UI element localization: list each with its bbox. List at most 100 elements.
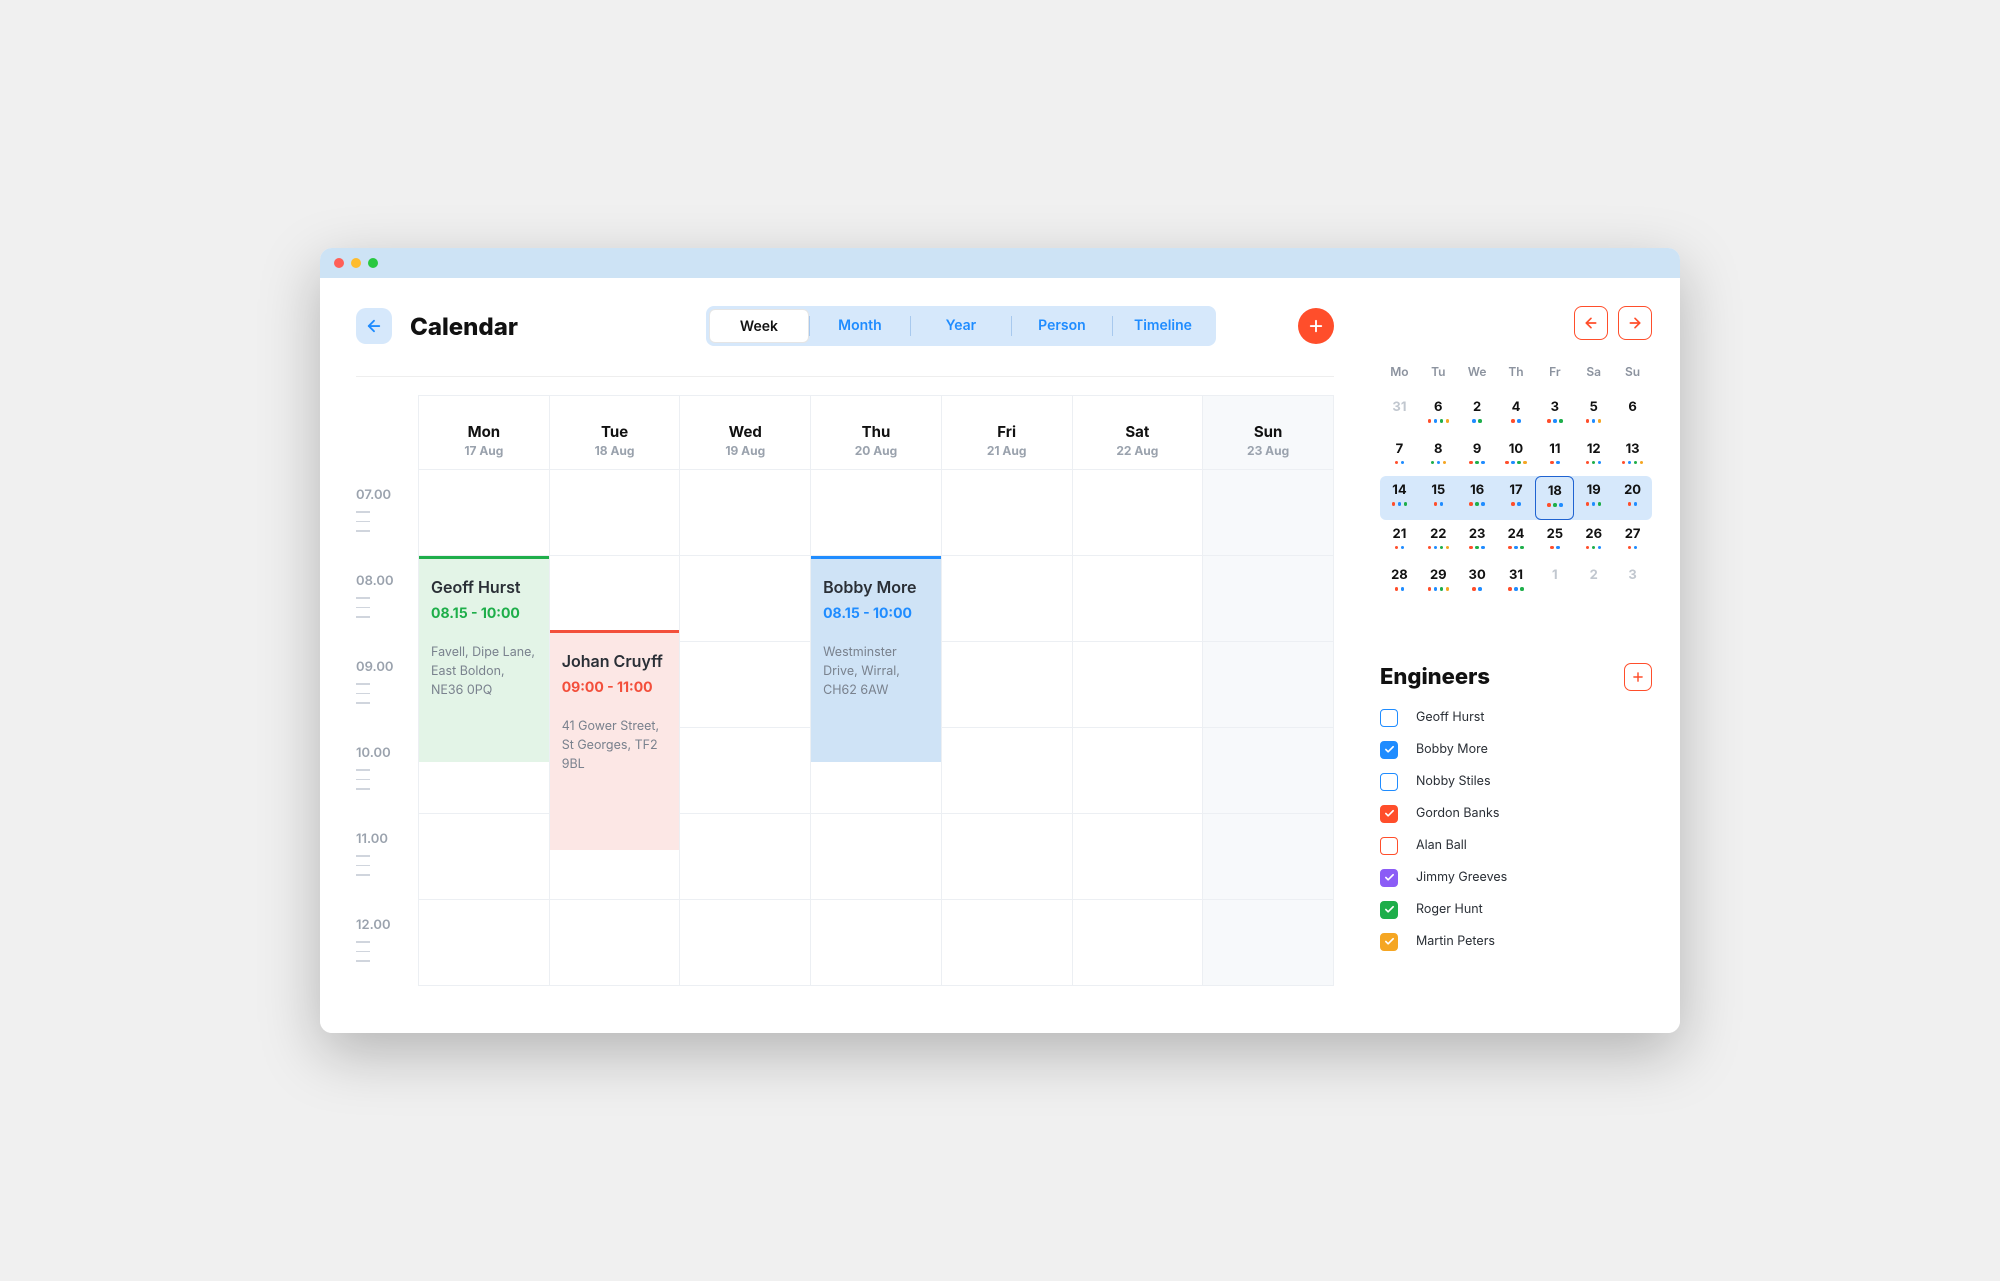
calendar-cell[interactable] — [419, 814, 550, 900]
view-tab-week[interactable]: Week — [709, 309, 809, 343]
calendar-cell[interactable] — [549, 814, 680, 900]
calendar-cell[interactable] — [1072, 642, 1203, 728]
add-button[interactable] — [1298, 308, 1334, 344]
calendar-cell[interactable] — [1203, 642, 1334, 728]
calendar-cell[interactable] — [680, 556, 811, 642]
mini-day[interactable]: 22 — [1419, 520, 1458, 562]
calendar-cell[interactable] — [419, 728, 550, 814]
calendar-cell[interactable] — [941, 814, 1072, 900]
engineer-item[interactable]: Geoff Hurst — [1380, 709, 1652, 727]
calendar-cell[interactable] — [419, 642, 550, 728]
calendar-cell[interactable] — [680, 900, 811, 986]
calendar-cell[interactable] — [680, 470, 811, 556]
mini-day[interactable]: 7 — [1380, 435, 1419, 477]
mini-day[interactable]: 14 — [1380, 476, 1419, 520]
mini-day[interactable]: 5 — [1574, 393, 1613, 435]
window-control-dot[interactable] — [368, 258, 378, 268]
mini-day[interactable]: 31 — [1380, 393, 1419, 435]
engineer-item[interactable]: Gordon Banks — [1380, 805, 1652, 823]
calendar-cell[interactable] — [1203, 470, 1334, 556]
view-tab-timeline[interactable]: Timeline — [1113, 309, 1213, 343]
mini-day[interactable]: 19 — [1574, 476, 1613, 520]
mini-day[interactable]: 26 — [1574, 520, 1613, 562]
engineer-item[interactable]: Martin Peters — [1380, 933, 1652, 951]
calendar-cell[interactable] — [811, 900, 942, 986]
engineer-item[interactable]: Alan Ball — [1380, 837, 1652, 855]
mini-day[interactable]: 3 — [1613, 561, 1652, 603]
calendar-cell[interactable] — [680, 728, 811, 814]
engineer-item[interactable]: Nobby Stiles — [1380, 773, 1652, 791]
engineer-item[interactable]: Roger Hunt — [1380, 901, 1652, 919]
window-control-dot[interactable] — [351, 258, 361, 268]
mini-day[interactable]: 16 — [1458, 476, 1497, 520]
mini-day[interactable]: 12 — [1574, 435, 1613, 477]
calendar-cell[interactable] — [941, 642, 1072, 728]
engineer-checkbox[interactable] — [1380, 901, 1398, 919]
view-tab-year[interactable]: Year — [911, 309, 1011, 343]
prev-button[interactable] — [1574, 306, 1608, 340]
mini-day[interactable]: 20 — [1613, 476, 1652, 520]
mini-day[interactable]: 11 — [1535, 435, 1574, 477]
mini-day[interactable]: 17 — [1497, 476, 1536, 520]
mini-day[interactable]: 30 — [1458, 561, 1497, 603]
back-button[interactable] — [356, 308, 392, 344]
mini-day[interactable]: 2 — [1458, 393, 1497, 435]
engineer-item[interactable]: Bobby More — [1380, 741, 1652, 759]
engineer-checkbox[interactable] — [1380, 869, 1398, 887]
mini-day[interactable]: 8 — [1419, 435, 1458, 477]
calendar-cell[interactable] — [941, 900, 1072, 986]
mini-day[interactable]: 6 — [1419, 393, 1458, 435]
mini-day[interactable]: 23 — [1458, 520, 1497, 562]
next-button[interactable] — [1618, 306, 1652, 340]
engineer-checkbox[interactable] — [1380, 741, 1398, 759]
calendar-cell[interactable] — [680, 642, 811, 728]
calendar-cell[interactable] — [941, 556, 1072, 642]
add-engineer-button[interactable] — [1624, 663, 1652, 691]
mini-day[interactable]: 6 — [1613, 393, 1652, 435]
mini-day[interactable]: 1 — [1535, 561, 1574, 603]
calendar-cell[interactable] — [1072, 728, 1203, 814]
calendar-cell[interactable]: Bobby More08.15 - 10:00Westminster Drive… — [811, 470, 942, 556]
calendar-cell[interactable] — [1203, 900, 1334, 986]
calendar-cell[interactable] — [1203, 728, 1334, 814]
calendar-cell[interactable]: Johan Cruyff09:00 - 11:0041 Gower Street… — [549, 470, 680, 556]
view-tab-person[interactable]: Person — [1012, 309, 1112, 343]
mini-day[interactable]: 21 — [1380, 520, 1419, 562]
engineer-checkbox[interactable] — [1380, 773, 1398, 791]
calendar-cell[interactable] — [941, 470, 1072, 556]
mini-day[interactable]: 29 — [1419, 561, 1458, 603]
engineer-checkbox[interactable] — [1380, 709, 1398, 727]
mini-day[interactable]: 15 — [1419, 476, 1458, 520]
calendar-cell[interactable] — [811, 728, 942, 814]
calendar-cell[interactable] — [941, 728, 1072, 814]
mini-day[interactable]: 10 — [1497, 435, 1536, 477]
mini-day[interactable]: 4 — [1497, 393, 1536, 435]
calendar-cell[interactable] — [419, 556, 550, 642]
calendar-cell[interactable] — [549, 728, 680, 814]
mini-day[interactable]: 3 — [1535, 393, 1574, 435]
view-tab-month[interactable]: Month — [810, 309, 910, 343]
calendar-cell[interactable] — [419, 900, 550, 986]
calendar-cell[interactable] — [811, 814, 942, 900]
calendar-cell[interactable] — [811, 556, 942, 642]
calendar-cell[interactable] — [1072, 556, 1203, 642]
mini-day[interactable]: 27 — [1613, 520, 1652, 562]
calendar-cell[interactable] — [1072, 814, 1203, 900]
calendar-cell[interactable] — [680, 814, 811, 900]
calendar-cell[interactable]: Geoff Hurst08.15 - 10:00Favell, Dipe Lan… — [419, 470, 550, 556]
calendar-cell[interactable] — [1203, 556, 1334, 642]
mini-day[interactable]: 25 — [1535, 520, 1574, 562]
calendar-cell[interactable] — [549, 556, 680, 642]
mini-day[interactable]: 18 — [1535, 476, 1574, 520]
window-control-dot[interactable] — [334, 258, 344, 268]
calendar-cell[interactable] — [549, 900, 680, 986]
engineer-item[interactable]: Jimmy Greeves — [1380, 869, 1652, 887]
mini-day[interactable]: 28 — [1380, 561, 1419, 603]
engineer-checkbox[interactable] — [1380, 933, 1398, 951]
calendar-cell[interactable] — [1072, 470, 1203, 556]
mini-day[interactable]: 9 — [1458, 435, 1497, 477]
mini-day[interactable]: 2 — [1574, 561, 1613, 603]
mini-day[interactable]: 31 — [1497, 561, 1536, 603]
engineer-checkbox[interactable] — [1380, 805, 1398, 823]
calendar-cell[interactable] — [1203, 814, 1334, 900]
